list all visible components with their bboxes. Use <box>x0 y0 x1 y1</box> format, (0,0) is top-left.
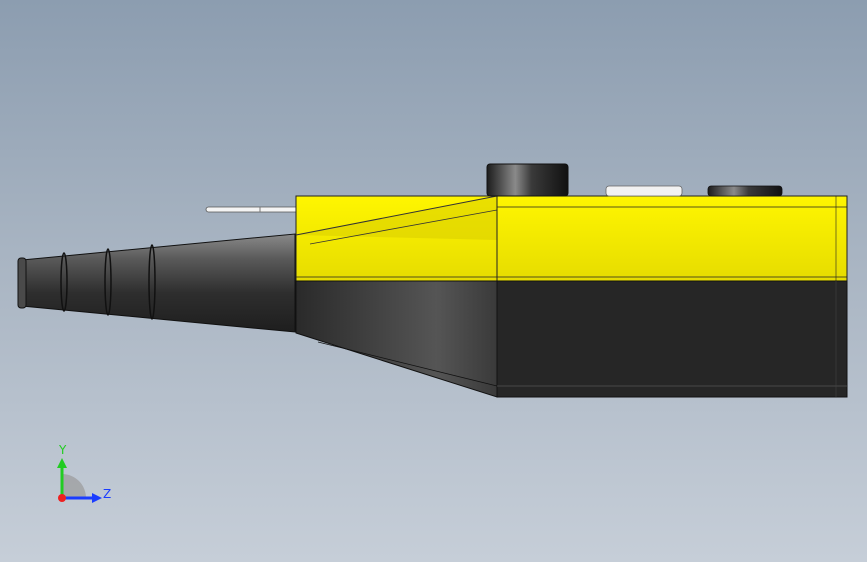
cad-graphics-viewport[interactable]: Y Z <box>0 0 867 562</box>
orientation-triad: Y Z <box>57 443 111 503</box>
triad-quadrant <box>62 474 86 498</box>
z-axis-label: Z <box>103 487 111 501</box>
z-axis-arrow <box>92 493 102 503</box>
upper-housing <box>295 195 848 282</box>
y-axis-label: Y <box>58 443 67 457</box>
cable-gland <box>17 233 296 333</box>
x-axis-dot <box>58 494 66 502</box>
rotary-knob[interactable] <box>486 163 569 197</box>
cable-end-cap <box>17 257 27 309</box>
black-pushbutton[interactable] <box>707 185 783 197</box>
y-axis-arrow <box>57 458 67 468</box>
lower-housing <box>295 280 848 398</box>
white-pushbutton[interactable] <box>605 185 683 197</box>
top-controls <box>486 163 783 197</box>
pendant-model[interactable] <box>0 0 867 562</box>
